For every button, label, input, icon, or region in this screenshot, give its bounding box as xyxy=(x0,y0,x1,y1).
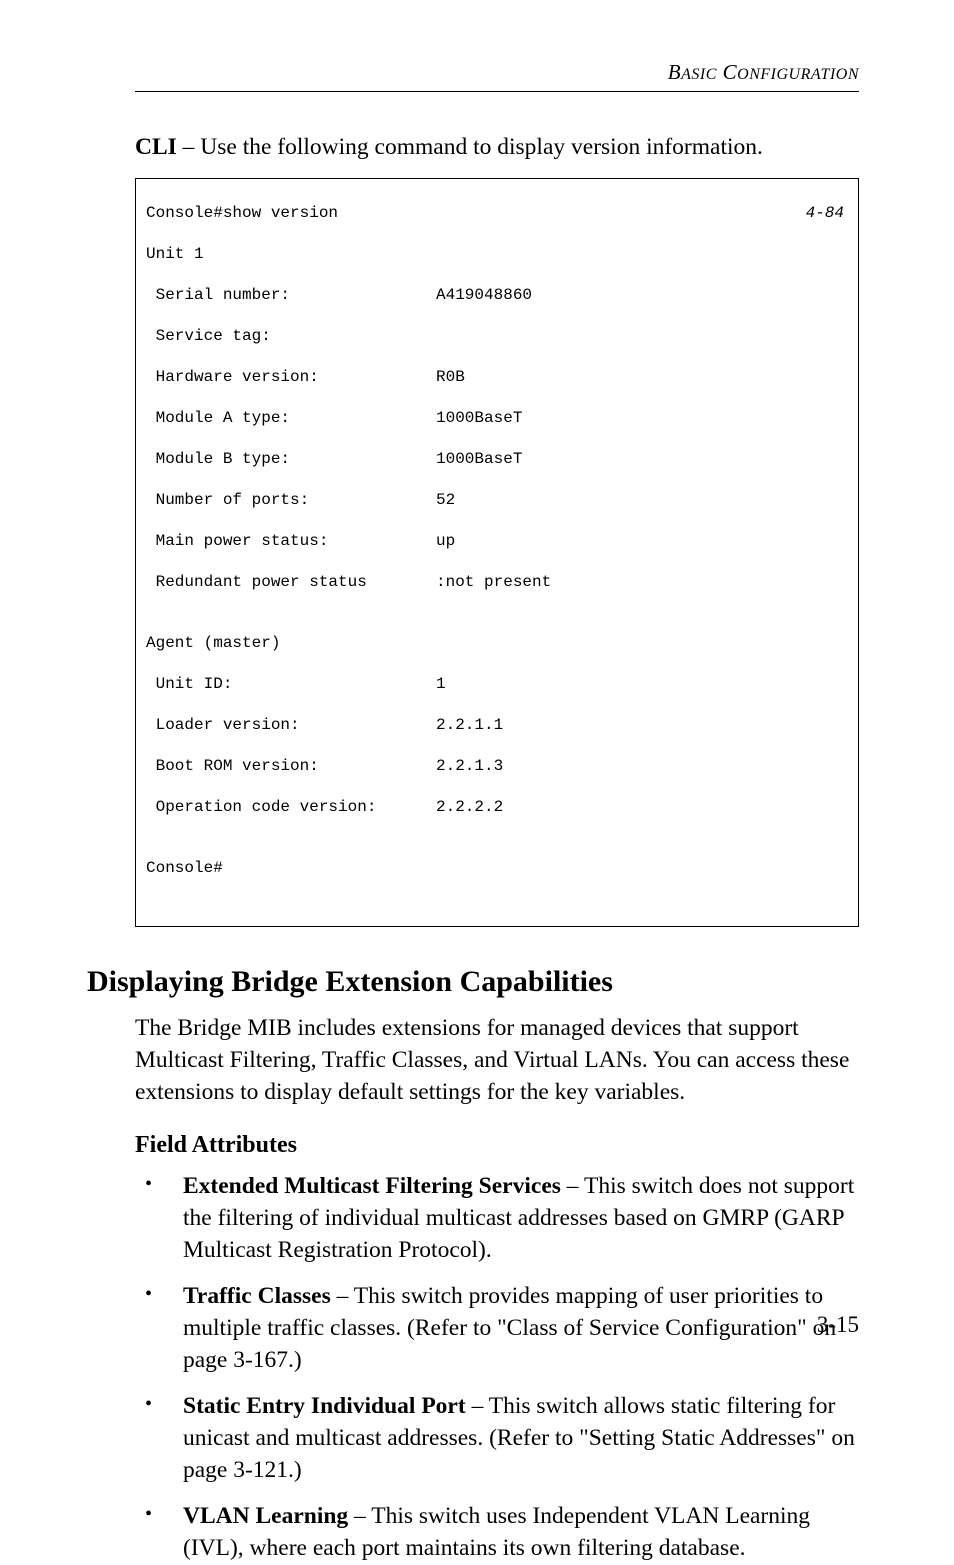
cli-label: Unit ID: xyxy=(146,674,436,694)
cli-label: Service tag: xyxy=(146,326,436,346)
cli-label: Number of ports: xyxy=(146,490,436,510)
cli-page-ref: 4-84 xyxy=(806,203,848,223)
cli-label: Hardware version: xyxy=(146,367,436,387)
bullet-list: Extended Multicast Filtering Services – … xyxy=(135,1171,859,1564)
cli-label: Operation code version: xyxy=(146,797,436,817)
running-header-text: BASIC CONFIGURATION xyxy=(668,60,859,84)
cli-label: Module B type: xyxy=(146,449,436,469)
cli-value xyxy=(436,326,848,346)
section-body: The Bridge MIB includes extensions for m… xyxy=(135,1013,859,1109)
subsection-heading: Field Attributes xyxy=(135,1132,859,1159)
bullet-term: Traffic Classes xyxy=(183,1283,331,1309)
cli-prompt: Console# xyxy=(146,858,848,878)
bullet-term: Extended Multicast Filtering Services xyxy=(183,1173,561,1199)
cli-value: 2.2.1.3 xyxy=(436,756,848,776)
cli-label: Boot ROM version: xyxy=(146,756,436,776)
cli-value: A419048860 xyxy=(436,285,848,305)
cli-line: Console#show version xyxy=(146,203,436,223)
cli-value: 52 xyxy=(436,490,848,510)
cli-value: :not present xyxy=(436,572,848,592)
cli-value: 1000BaseT xyxy=(436,408,848,428)
intro-paragraph: CLI – Use the following command to displ… xyxy=(135,132,859,164)
cli-value: 2.2.1.1 xyxy=(436,715,848,735)
cli-label: Module A type: xyxy=(146,408,436,428)
cli-output-box: Console#show version 4-84 Unit 1 Serial n… xyxy=(135,178,859,927)
list-item: Extended Multicast Filtering Services – … xyxy=(135,1171,859,1267)
cli-value: R0B xyxy=(436,367,848,387)
cli-label: Serial number: xyxy=(146,285,436,305)
cli-agent-header: Agent (master) xyxy=(146,633,848,653)
page-number: 3-15 xyxy=(817,1312,859,1338)
bullet-term: VLAN Learning xyxy=(183,1503,348,1529)
section-heading: Displaying Bridge Extension Capabilities xyxy=(87,965,859,999)
cli-value: 1000BaseT xyxy=(436,449,848,469)
list-item: Static Entry Individual Port – This swit… xyxy=(135,1391,859,1487)
cli-value: up xyxy=(436,531,848,551)
intro-text: – Use the following command to display v… xyxy=(177,134,763,160)
cli-value: 2.2.2.2 xyxy=(436,797,848,817)
cli-value: 1 xyxy=(436,674,848,694)
bullet-term: Static Entry Individual Port xyxy=(183,1393,466,1419)
cli-line: Unit 1 xyxy=(146,244,848,264)
header-rule xyxy=(135,91,859,92)
list-item: Traffic Classes – This switch provides m… xyxy=(135,1281,859,1377)
running-header: BASIC CONFIGURATION xyxy=(135,60,859,85)
cli-label: Main power status: xyxy=(146,531,436,551)
intro-prefix: CLI xyxy=(135,134,177,160)
cli-label: Redundant power status xyxy=(146,572,436,592)
cli-label: Loader version: xyxy=(146,715,436,735)
list-item: VLAN Learning – This switch uses Indepen… xyxy=(135,1501,859,1565)
